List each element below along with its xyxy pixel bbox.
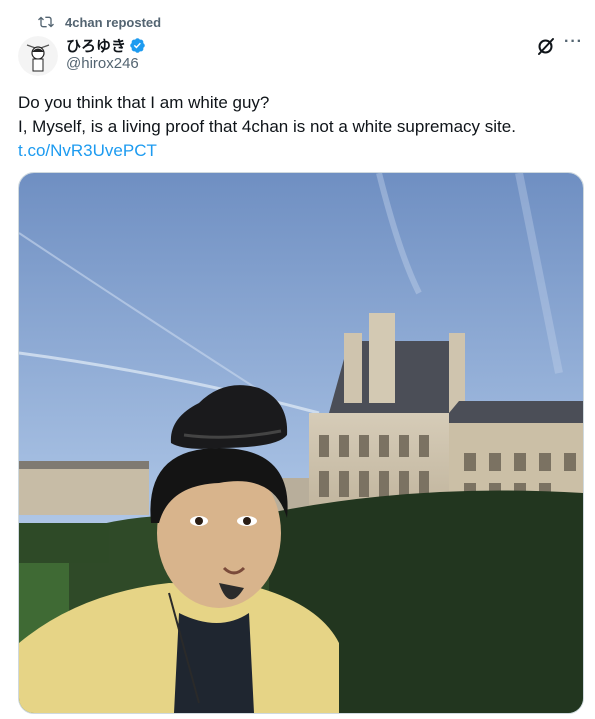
author-display-name: ひろゆき bbox=[66, 38, 127, 55]
repost-label: 4chan reposted bbox=[65, 14, 162, 30]
verified-badge-icon bbox=[130, 38, 145, 53]
post-line-1: Do you think that I am white guy? bbox=[18, 93, 270, 112]
author-handle[interactable]: @hirox246 bbox=[66, 55, 139, 72]
repost-indicator[interactable]: 4chan reposted bbox=[38, 13, 161, 31]
post-line-2: I, Myself, is a living proof that 4chan … bbox=[18, 117, 516, 136]
post-text: Do you think that I am white guy? I, Mys… bbox=[18, 91, 578, 163]
more-options-button[interactable]: ··· bbox=[564, 33, 583, 51]
post-link[interactable]: t.co/NvR3UvePCT bbox=[18, 139, 578, 163]
avatar[interactable] bbox=[18, 36, 58, 76]
grok-icon[interactable] bbox=[536, 36, 556, 56]
post-photo[interactable] bbox=[18, 172, 584, 714]
author-name[interactable]: ひろゆき bbox=[66, 35, 146, 56]
repost-icon bbox=[38, 16, 54, 28]
